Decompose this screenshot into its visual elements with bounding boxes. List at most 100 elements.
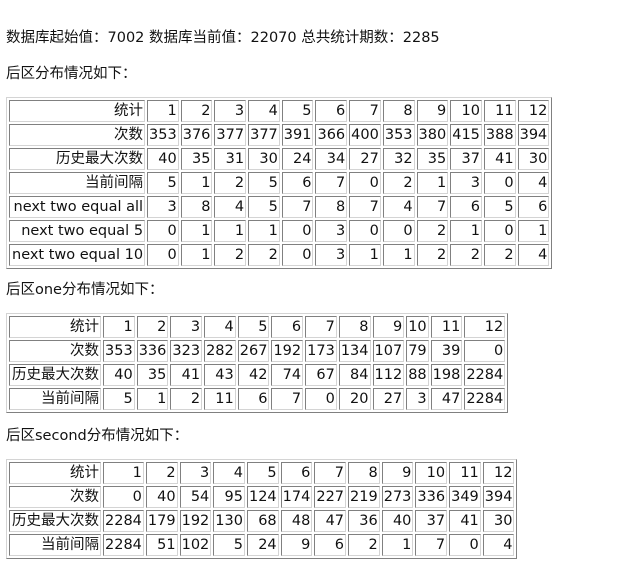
value-cell: 0 — [147, 244, 179, 266]
row-label: 次数 — [9, 340, 101, 362]
row-label: 统计 — [9, 462, 101, 484]
row-label: next two equal 10 — [9, 244, 146, 266]
value-cell: 48 — [280, 510, 313, 532]
row-label: 当前间隔 — [9, 388, 101, 410]
value-cell: 35 — [416, 148, 449, 170]
table-row: 历史最大次数 40 35 31 30 24 34 27 32 35 37 41 30 — [9, 148, 550, 170]
value-cell: 349 — [449, 486, 481, 508]
column-header-cell: 8 — [348, 462, 380, 484]
column-header-cell: 5 — [246, 462, 279, 484]
value-cell: 0 — [147, 220, 179, 242]
column-header-cell: 1 — [103, 316, 135, 338]
value-cell: 6 — [314, 534, 347, 556]
value-cell: 282 — [204, 340, 236, 362]
row-label: 次数 — [9, 486, 101, 508]
table-row: 次数 0 40 54 95 124 174 227 219 273 336 349 394 — [9, 486, 515, 508]
section-back-area-one: 后区one分布情况如下： 统计 1 2 3 4 5 6 7 8 9 10 11 12 次数 353 336 32… — [6, 281, 634, 413]
value-cell: 4 — [517, 172, 550, 194]
row-label: 当前间隔 — [9, 534, 101, 556]
row-label: 次数 — [9, 124, 146, 146]
value-cell: 2 — [214, 172, 247, 194]
table-row: 当前间隔 5 1 2 11 6 7 0 20 27 3 47 2284 — [9, 388, 506, 410]
value-cell: 336 — [136, 340, 169, 362]
table-row: 次数 353 376 377 377 391 366 400 353 380 415 388 394 — [9, 124, 550, 146]
column-header-cell: 4 — [204, 316, 236, 338]
value-cell: 388 — [483, 124, 516, 146]
table-row: 当前间隔 2284 51 102 5 24 9 6 2 1 7 0 4 — [9, 534, 515, 556]
value-cell: 377 — [248, 124, 280, 146]
column-header-cell: 7 — [305, 316, 337, 338]
value-cell: 2 — [483, 244, 516, 266]
value-cell: 3 — [450, 172, 482, 194]
value-cell: 24 — [281, 148, 314, 170]
value-cell: 11 — [204, 388, 236, 410]
row-label: next two equal all — [9, 196, 146, 218]
column-header-cell: 11 — [430, 316, 463, 338]
value-cell: 4 — [482, 534, 515, 556]
column-header-cell: 5 — [281, 100, 314, 122]
value-cell: 0 — [483, 172, 516, 194]
value-cell: 34 — [315, 148, 348, 170]
value-cell: 353 — [382, 124, 415, 146]
value-cell: 0 — [281, 220, 314, 242]
value-cell: 391 — [281, 124, 314, 146]
value-cell: 20 — [338, 388, 371, 410]
column-header-cell: 1 — [103, 462, 144, 484]
value-cell: 394 — [482, 486, 515, 508]
value-cell: 41 — [170, 364, 203, 386]
column-header-cell: 4 — [213, 462, 245, 484]
value-cell: 43 — [204, 364, 236, 386]
value-cell: 30 — [248, 148, 280, 170]
section-heading: 后区second分布情况如下： — [6, 428, 189, 444]
column-header-cell: 3 — [214, 100, 247, 122]
value-cell: 37 — [415, 510, 448, 532]
value-cell: 40 — [381, 510, 414, 532]
value-cell: 9 — [280, 534, 313, 556]
row-label: 历史最大次数 — [9, 364, 101, 386]
database-summary: 数据库起始值：7002 数据库当前值：22070 总共统计期数：2285 — [6, 30, 440, 46]
value-cell: 353 — [147, 124, 179, 146]
value-cell: 5 — [248, 196, 280, 218]
value-cell: 394 — [517, 124, 550, 146]
value-cell: 5 — [103, 388, 135, 410]
value-cell: 227 — [314, 486, 347, 508]
value-cell: 79 — [406, 340, 429, 362]
value-cell: 130 — [213, 510, 245, 532]
value-cell: 267 — [237, 340, 270, 362]
value-cell: 40 — [147, 148, 179, 170]
value-cell: 174 — [280, 486, 313, 508]
value-cell: 47 — [430, 388, 463, 410]
row-label: 统计 — [9, 100, 146, 122]
value-cell: 198 — [430, 364, 463, 386]
value-cell: 124 — [246, 486, 279, 508]
table-row: 历史最大次数 40 35 41 43 42 74 67 84 112 88 198 2284 — [9, 364, 506, 386]
value-cell: 6 — [281, 172, 314, 194]
value-cell: 8 — [180, 196, 213, 218]
value-cell: 1 — [180, 172, 213, 194]
row-label: 当前间隔 — [9, 172, 146, 194]
value-cell: 84 — [338, 364, 371, 386]
value-cell: 31 — [214, 148, 247, 170]
value-cell: 0 — [483, 220, 516, 242]
value-cell: 7 — [415, 534, 448, 556]
back-area-distribution-table: 统计 1 2 3 4 5 6 7 8 9 10 11 12 次数 353 376 377 377 391 366 400… — [6, 97, 553, 269]
value-cell: 0 — [349, 172, 381, 194]
value-cell: 27 — [372, 388, 405, 410]
value-cell: 1 — [136, 388, 169, 410]
value-cell: 376 — [180, 124, 213, 146]
column-header-cell: 12 — [482, 462, 515, 484]
value-cell: 68 — [246, 510, 279, 532]
value-cell: 4 — [517, 244, 550, 266]
value-cell: 5 — [213, 534, 245, 556]
value-cell: 1 — [180, 244, 213, 266]
row-label: 历史最大次数 — [9, 510, 101, 532]
section-back-area: 后区分布情况如下： 统计 1 2 3 4 5 6 7 8 9 10 11 12 次数 353 376 377 37… — [6, 65, 634, 269]
value-cell: 6 — [237, 388, 270, 410]
value-cell: 7 — [271, 388, 304, 410]
value-cell: 2 — [416, 244, 449, 266]
value-cell: 6 — [450, 196, 482, 218]
value-cell: 2 — [382, 172, 415, 194]
value-cell: 2284 — [103, 510, 144, 532]
value-cell: 3 — [147, 196, 179, 218]
value-cell: 112 — [372, 364, 405, 386]
